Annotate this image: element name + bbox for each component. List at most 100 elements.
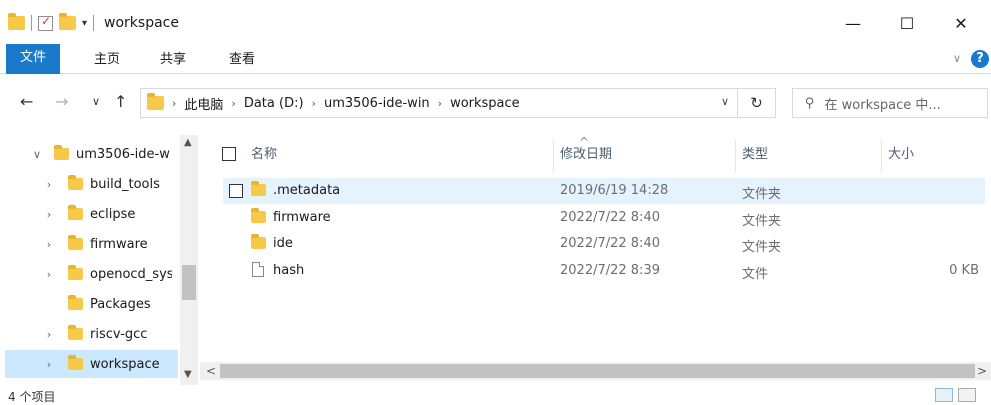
file-date: 2019/6/19 14:28 (560, 183, 669, 198)
customize-toolbar-arrow[interactable]: ▾ (82, 18, 87, 29)
search-icon: ⚲ (805, 95, 815, 111)
breadcrumb-workspace[interactable]: workspace (450, 96, 520, 111)
file-name: firmware (273, 210, 331, 225)
scroll-down-arrow-icon[interactable]: ▼ (184, 369, 192, 380)
file-list-horizontal-scrollbar[interactable]: < > (200, 362, 991, 380)
breadcrumb-um3506-ide-win[interactable]: um3506-ide-win (324, 96, 430, 111)
details-view-icon[interactable] (935, 388, 953, 402)
expand-chevron-icon[interactable]: › (42, 328, 56, 341)
file-date: 2022/7/22 8:40 (560, 236, 660, 251)
expand-ribbon-icon[interactable]: ∨ (953, 52, 961, 65)
folder-icon (68, 235, 83, 250)
tree-item-workspace[interactable]: › workspace (5, 350, 178, 378)
file-date: 2022/7/22 8:39 (560, 263, 660, 278)
row-checkbox[interactable] (229, 184, 243, 198)
back-arrow-icon[interactable]: ← (20, 92, 33, 111)
expand-chevron-icon[interactable]: › (42, 238, 56, 251)
up-arrow-icon[interactable]: ↑ (114, 92, 127, 111)
recent-locations-icon[interactable]: ∨ (92, 95, 100, 108)
tree-item-label: Packages (90, 296, 151, 312)
tree-item-eclipse[interactable]: › eclipse (0, 200, 178, 228)
folder-icon[interactable] (8, 13, 25, 30)
folder-icon (68, 265, 83, 280)
new-folder-icon[interactable] (59, 13, 76, 30)
forward-arrow-icon[interactable]: → (55, 92, 68, 111)
folder-icon (68, 295, 83, 310)
expand-chevron-icon[interactable]: › (42, 358, 56, 371)
tree-item-firmware[interactable]: › firmware (0, 230, 178, 258)
column-divider[interactable] (735, 140, 736, 172)
breadcrumb-separator[interactable]: › (438, 97, 442, 110)
tree-item-label: firmware (90, 236, 148, 252)
tree-item-label: openocd_sysgcc (90, 266, 172, 282)
minimize-button[interactable]: — (830, 8, 876, 38)
expand-chevron-icon[interactable]: › (42, 208, 56, 221)
search-placeholder: 在 workspace 中... (824, 97, 941, 113)
tree-item-build-tools[interactable]: › build_tools (0, 170, 178, 198)
ribbon: 文件 主页 共享 查看 ∨ ? (0, 44, 991, 74)
file-row-metadata[interactable]: .metadata 2019/6/19 14:28 文件夹 (223, 178, 985, 204)
scroll-left-arrow-icon[interactable]: < (206, 364, 216, 378)
navigation-pane-scrollbar[interactable]: ▲ ▼ (180, 135, 198, 385)
scrollbar-thumb[interactable] (182, 265, 196, 300)
column-divider[interactable] (881, 140, 882, 172)
tab-share[interactable]: 共享 (146, 47, 200, 73)
large-icons-view-icon[interactable] (958, 388, 976, 402)
breadcrumb-separator[interactable]: › (231, 97, 235, 110)
select-all-checkbox[interactable] (222, 147, 236, 161)
breadcrumb-this-pc[interactable]: 此电脑 (184, 94, 223, 113)
column-header-type[interactable]: 类型 (742, 143, 768, 162)
quick-access-toolbar: ▾ workspace (8, 12, 179, 34)
tab-file[interactable]: 文件 (6, 44, 61, 74)
maximize-button[interactable]: ☐ (884, 8, 930, 38)
tree-item-um3506-ide-win[interactable]: ∨ um3506-ide-win (0, 140, 178, 168)
navigation-pane: ∨ um3506-ide-win › build_tools › eclipse… (0, 135, 200, 385)
refresh-button[interactable]: ↻ (738, 88, 776, 118)
scroll-up-arrow-icon[interactable]: ▲ (184, 137, 192, 148)
folder-icon (68, 205, 83, 220)
tab-home[interactable]: 主页 (80, 47, 134, 73)
file-row-hash[interactable]: hash 2022/7/22 8:39 文件 0 KB (223, 258, 985, 284)
folder-icon (251, 208, 266, 227)
address-dropdown-icon[interactable]: ∨ (721, 95, 729, 108)
file-type: 文件 (742, 267, 769, 282)
tree-item-openocd-sysgcc[interactable]: › openocd_sysgcc (0, 260, 178, 288)
folder-icon (68, 355, 83, 370)
file-name: .metadata (273, 183, 341, 198)
tree-item-riscv-gcc[interactable]: › riscv-gcc (0, 320, 178, 348)
column-header-size[interactable]: 大小 (888, 143, 914, 162)
tree-item-label: build_tools (90, 176, 160, 192)
tree-item-label: um3506-ide-win (76, 146, 171, 162)
folder-icon (251, 234, 266, 253)
column-divider[interactable] (553, 140, 554, 172)
tab-view[interactable]: 查看 (215, 47, 269, 73)
search-input[interactable]: ⚲ 在 workspace 中... (792, 88, 988, 118)
file-row-ide[interactable]: ide 2022/7/22 8:40 文件夹 (223, 231, 985, 257)
scroll-right-arrow-icon[interactable]: > (977, 364, 987, 378)
file-name: hash (273, 263, 305, 278)
file-name: ide (273, 236, 293, 251)
breadcrumb-separator: › (172, 96, 177, 110)
breadcrumb-data-drive[interactable]: Data (D:) (244, 96, 304, 111)
expand-chevron-icon[interactable]: › (42, 178, 56, 191)
expand-chevron-icon[interactable]: › (42, 268, 56, 281)
file-size: 0 KB (949, 263, 979, 278)
close-button[interactable]: ✕ (938, 8, 984, 38)
file-type: 文件夹 (742, 240, 782, 255)
tree-item-packages[interactable]: Packages (0, 290, 178, 318)
folder-icon (147, 93, 164, 110)
tree-item-label: workspace (90, 356, 160, 372)
file-date: 2022/7/22 8:40 (560, 210, 660, 225)
help-icon[interactable]: ? (971, 50, 989, 68)
column-header-date[interactable]: 修改日期 (560, 143, 612, 162)
navigation-bar: ← → ∨ ↑ › 此电脑 › Data (D:) › um3506-ide-w… (0, 80, 991, 126)
scrollbar-thumb[interactable] (220, 364, 975, 378)
tree-item-label: riscv-gcc (90, 326, 148, 342)
properties-icon[interactable] (38, 14, 53, 31)
column-header-name[interactable]: 名称 (251, 143, 277, 162)
breadcrumb-separator[interactable]: › (312, 97, 316, 110)
collapse-chevron-icon[interactable]: ∨ (30, 148, 44, 161)
address-bar[interactable]: › 此电脑 › Data (D:) › um3506-ide-win › wor… (140, 88, 738, 118)
file-row-firmware[interactable]: firmware 2022/7/22 8:40 文件夹 (223, 205, 985, 231)
folder-icon (68, 325, 83, 340)
